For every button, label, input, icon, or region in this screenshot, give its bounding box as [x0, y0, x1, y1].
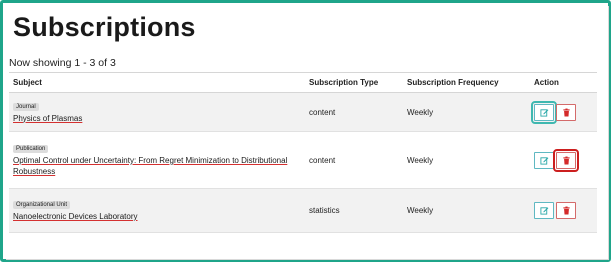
- category-badge: Journal: [13, 102, 39, 111]
- action-buttons: [534, 148, 593, 172]
- edit-button[interactable]: [534, 151, 554, 169]
- subscription-frequency-cell: Weekly: [403, 188, 530, 233]
- trash-icon: [562, 156, 570, 164]
- subscription-type-cell: content: [305, 92, 403, 132]
- table-header-row: Subject Subscription Type Subscription F…: [9, 72, 597, 93]
- subject-cell: Publication Optimal Control under Uncert…: [9, 131, 305, 189]
- action-buttons: [531, 100, 593, 124]
- subscription-frequency-cell: Weekly: [403, 131, 530, 189]
- subject-cell: Organizational Unit Nanoelectronic Devic…: [9, 188, 305, 233]
- subject-cell: Journal Physics of Plasmas: [9, 92, 305, 132]
- action-buttons: [534, 202, 593, 219]
- edit-icon: [539, 207, 548, 215]
- subscriptions-table: Subject Subscription Type Subscription F…: [9, 72, 597, 233]
- edit-button[interactable]: [534, 202, 554, 219]
- header-subject: Subject: [9, 72, 305, 93]
- subject-link[interactable]: Physics of Plasmas: [13, 113, 301, 124]
- header-subscription-frequency: Subscription Frequency: [403, 72, 530, 93]
- subject-link[interactable]: Optimal Control under Uncertainty: From …: [13, 155, 301, 177]
- header-action: Action: [530, 72, 597, 93]
- table-row: Publication Optimal Control under Uncert…: [9, 131, 597, 189]
- subject-link[interactable]: Nanoelectronic Devices Laboratory: [13, 211, 301, 222]
- table-row: Organizational Unit Nanoelectronic Devic…: [9, 188, 597, 233]
- subscription-type-cell: content: [305, 131, 403, 189]
- delete-button[interactable]: [556, 202, 576, 219]
- delete-button[interactable]: [553, 148, 579, 172]
- delete-button[interactable]: [556, 103, 576, 121]
- subscription-frequency-cell: Weekly: [403, 92, 530, 132]
- action-cell: [530, 188, 597, 233]
- page-title: Subscriptions: [13, 12, 196, 42]
- results-count: Now showing 1 - 3 of 3: [9, 57, 116, 69]
- action-cell: [530, 131, 597, 189]
- header-subscription-type: Subscription Type: [305, 72, 403, 93]
- action-cell: [530, 92, 597, 132]
- table-row: Journal Physics of Plasmas content Weekl…: [9, 92, 597, 132]
- trash-icon: [562, 206, 570, 215]
- trash-icon: [562, 108, 570, 116]
- category-badge: Publication: [13, 145, 49, 153]
- edit-icon: [539, 108, 548, 117]
- edit-icon: [539, 156, 548, 165]
- edit-button[interactable]: [531, 100, 557, 124]
- category-badge: Organizational Unit: [13, 201, 71, 209]
- subscription-type-cell: statistics: [305, 188, 403, 233]
